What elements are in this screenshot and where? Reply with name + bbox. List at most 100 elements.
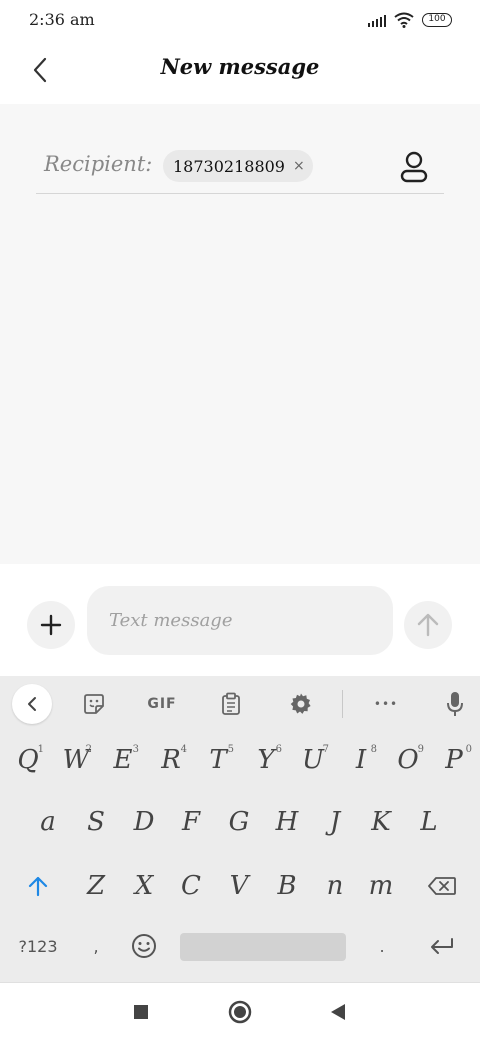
gif-button[interactable]: GIF xyxy=(142,684,182,724)
space-key[interactable] xyxy=(180,933,346,961)
key-m[interactable]: m xyxy=(359,862,403,910)
chevron-left-icon xyxy=(28,697,36,711)
key-label: Q xyxy=(17,745,39,775)
backspace-icon xyxy=(428,877,456,895)
key-z[interactable]: Z xyxy=(74,862,118,910)
key-a[interactable]: a xyxy=(26,798,70,846)
key-label: Y xyxy=(257,745,275,775)
key-hint: 6 xyxy=(275,744,282,755)
key-d[interactable]: D xyxy=(122,798,166,846)
key-label: ?123 xyxy=(18,936,58,956)
key-hint: 0 xyxy=(465,744,472,755)
voice-input-button[interactable] xyxy=(435,684,475,724)
more-button[interactable]: ••• xyxy=(366,684,406,724)
system-nav-bar xyxy=(0,982,480,1040)
microphone-icon xyxy=(447,692,463,716)
comma-key[interactable]: , xyxy=(76,924,116,968)
send-button[interactable] xyxy=(404,601,452,649)
key-label: I xyxy=(355,745,367,775)
keyboard-back-button[interactable] xyxy=(12,684,52,724)
battery-icon: 100 xyxy=(422,13,452,27)
period-key[interactable]: . xyxy=(362,924,402,968)
key-x[interactable]: X xyxy=(122,862,166,910)
key-label: Z xyxy=(86,871,106,901)
key-label: a xyxy=(40,807,56,837)
key-t[interactable]: T5 xyxy=(196,736,240,784)
key-s[interactable]: S xyxy=(74,798,118,846)
clipboard-icon xyxy=(222,692,240,715)
key-k[interactable]: K xyxy=(359,798,403,846)
key-f[interactable]: F xyxy=(169,798,213,846)
key-label: U xyxy=(302,745,324,775)
backspace-key[interactable] xyxy=(418,862,466,910)
key-p[interactable]: P0 xyxy=(432,736,476,784)
key-b[interactable]: B xyxy=(265,862,309,910)
key-hint: 9 xyxy=(417,744,424,755)
key-label: V xyxy=(229,871,249,901)
back-nav-button[interactable] xyxy=(323,997,353,1027)
key-label: D xyxy=(133,807,155,837)
home-button[interactable] xyxy=(225,997,255,1027)
sticker-icon xyxy=(84,694,104,714)
remove-recipient-icon[interactable]: × xyxy=(293,158,305,174)
key-j[interactable]: J xyxy=(313,798,357,846)
status-icons: 100 xyxy=(368,12,452,28)
key-h[interactable]: H xyxy=(265,798,309,846)
key-g[interactable]: G xyxy=(217,798,261,846)
key-label: L xyxy=(420,807,438,837)
key-label: C xyxy=(181,871,201,901)
key-label: G xyxy=(228,807,250,837)
page-title: New message xyxy=(160,54,320,79)
compose-bar xyxy=(0,564,480,676)
key-u[interactable]: U7 xyxy=(291,736,335,784)
gif-label: GIF xyxy=(147,696,177,712)
key-e[interactable]: E3 xyxy=(101,736,145,784)
key-hint: 5 xyxy=(227,744,234,755)
key-label: H xyxy=(275,807,299,837)
key-v[interactable]: V xyxy=(217,862,261,910)
message-field[interactable] xyxy=(87,586,393,655)
shift-arrow-icon xyxy=(28,876,48,897)
keyboard: GIF ••• Q1 W 2 E 3 R 4 T 5 Y 6 U 7 I 8 O… xyxy=(0,676,480,982)
key-o[interactable]: O9 xyxy=(386,736,430,784)
key-label: E xyxy=(113,745,133,775)
key-label: X xyxy=(134,871,154,901)
more-icon: ••• xyxy=(373,697,399,711)
key-q[interactable]: Q1 xyxy=(6,736,50,784)
enter-key[interactable] xyxy=(418,924,466,968)
key-label: R xyxy=(161,745,181,775)
key-label: O xyxy=(397,745,419,775)
recipient-row: Recipient: 18730218809 × xyxy=(36,144,444,194)
emoji-key[interactable] xyxy=(124,924,164,968)
key-i[interactable]: I8 xyxy=(339,736,383,784)
recipient-chip[interactable]: 18730218809 × xyxy=(163,150,313,182)
key-label: J xyxy=(329,807,341,837)
settings-button[interactable] xyxy=(281,684,321,724)
message-input[interactable] xyxy=(87,586,393,655)
key-hint: 2 xyxy=(85,744,92,755)
symbols-key[interactable]: ?123 xyxy=(10,924,66,968)
add-attachment-button[interactable] xyxy=(27,601,75,649)
clipboard-button[interactable] xyxy=(211,684,251,724)
key-l[interactable]: L xyxy=(407,798,451,846)
key-hint: 1 xyxy=(37,744,44,755)
key-label: . xyxy=(379,936,385,956)
key-label: n xyxy=(326,871,344,901)
key-c[interactable]: C xyxy=(169,862,213,910)
key-hint: 4 xyxy=(180,744,187,755)
key-n[interactable]: n xyxy=(313,862,357,910)
key-hint: 7 xyxy=(322,744,329,755)
key-y[interactable]: Y6 xyxy=(244,736,288,784)
key-label: m xyxy=(368,871,394,901)
key-hint: 8 xyxy=(370,744,377,755)
contact-picker-button[interactable] xyxy=(398,150,430,186)
sticker-button[interactable] xyxy=(74,684,114,724)
key-w[interactable]: W2 xyxy=(54,736,98,784)
shift-key[interactable] xyxy=(14,862,62,910)
arrow-up-icon xyxy=(417,613,439,637)
recipient-label: Recipient: xyxy=(44,152,153,176)
key-r[interactable]: R4 xyxy=(149,736,193,784)
recents-button[interactable] xyxy=(126,997,156,1027)
recipient-chip-number: 18730218809 xyxy=(173,156,285,176)
key-label: T xyxy=(209,745,227,775)
